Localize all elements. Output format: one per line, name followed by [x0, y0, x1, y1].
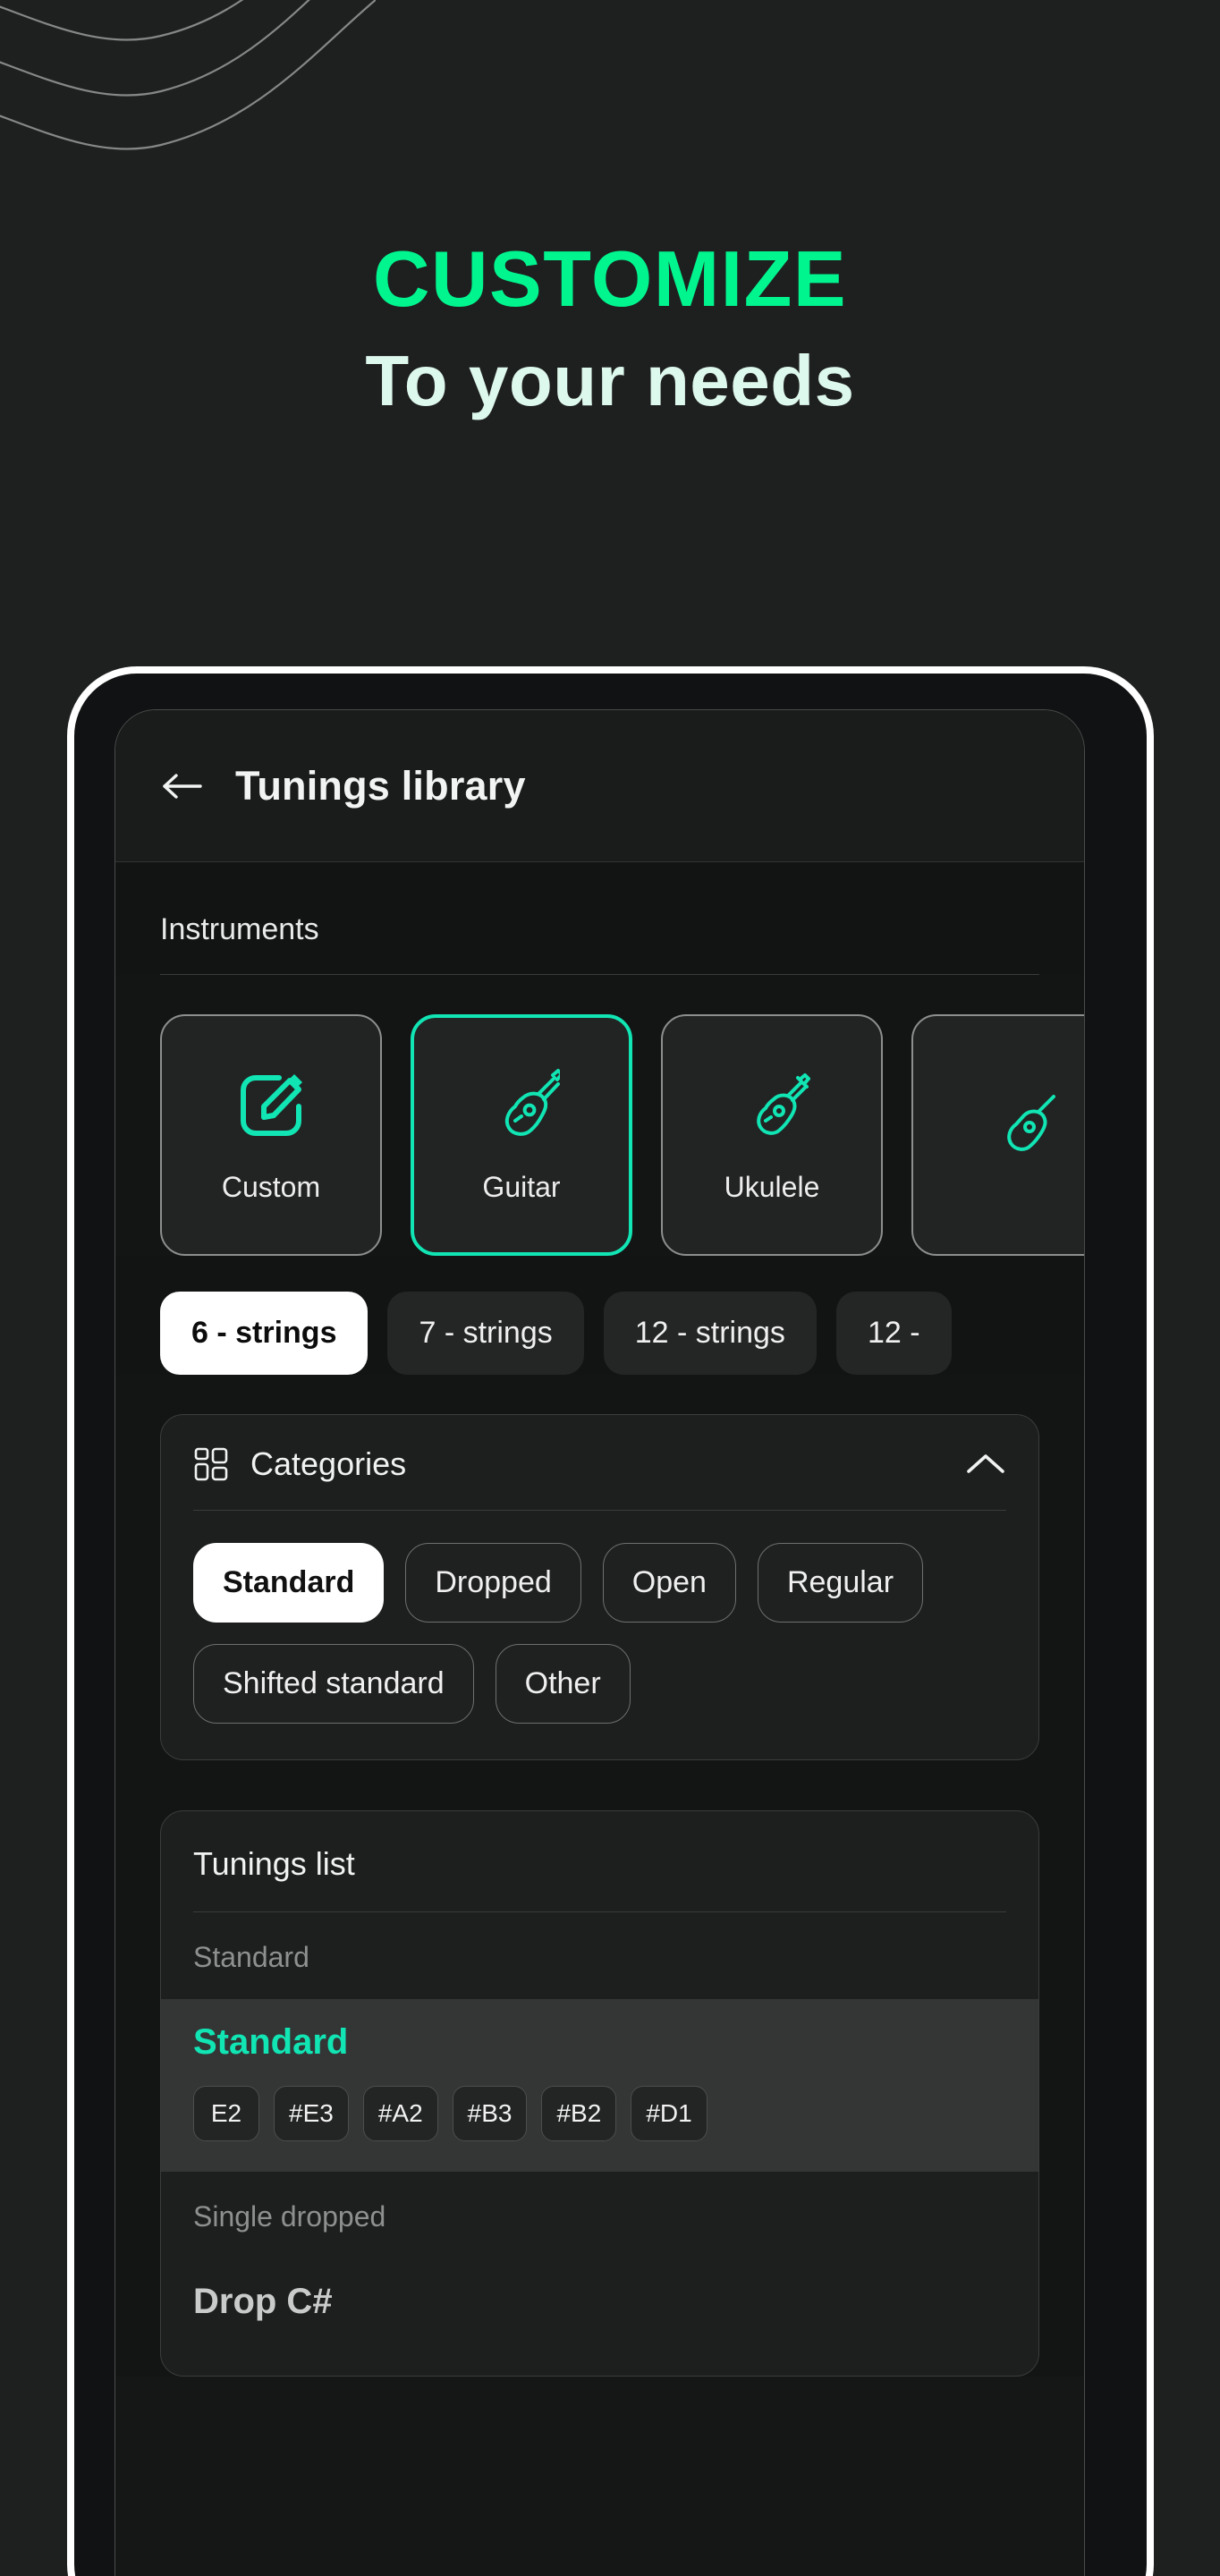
strings-chip-6[interactable]: 6 - strings [160, 1292, 369, 1375]
strings-filter-row[interactable]: 6 - strings 7 - strings 12 - strings 12 … [115, 1256, 1084, 1375]
page-title: Tunings library [235, 762, 526, 809]
instruments-section: Instruments [115, 862, 1084, 975]
strings-chip-12[interactable]: 12 - strings [603, 1292, 817, 1375]
instrument-icon [1007, 1095, 1055, 1151]
promo-screenshot: CUSTOMIZE To your needs Tunings library … [0, 0, 1220, 2576]
note-chip: #A2 [362, 2086, 438, 2141]
category-chip-open[interactable]: Open [602, 1543, 736, 1623]
instrument-card-guitar[interactable]: Guitar [411, 1014, 632, 1256]
instrument-card-label: Ukulele [724, 1170, 820, 1203]
instrument-card-custom[interactable]: Custom [160, 1014, 382, 1256]
promo-headline: CUSTOMIZE [372, 234, 848, 323]
tunings-group-label-single-dropped: Single dropped [193, 2200, 386, 2233]
scroll-body[interactable]: Instruments Custom Guitar Ukulele 6 - st… [115, 862, 1084, 2377]
phone-mockup: Tunings library Instruments Custom Guita… [67, 666, 1154, 2576]
edit-square-icon [241, 1073, 302, 1136]
tuning-name: Standard [193, 2022, 349, 2062]
note-chip: #E3 [274, 2086, 349, 2141]
instrument-card-label: Guitar [482, 1170, 561, 1203]
tuning-notes-row: E2 #E3 #A2 #B3 #B2 #D1 [193, 2086, 1006, 2141]
tunings-group-label-standard: Standard [193, 1941, 309, 1973]
tunings-list-title: Tunings list [193, 1845, 355, 1882]
chevron-up-icon[interactable] [965, 1452, 1006, 1477]
instrument-card-label: Custom [221, 1170, 321, 1203]
promo-subheadline: To your needs [365, 341, 855, 420]
categories-title: Categories [250, 1445, 407, 1482]
grid-dashboard-icon [194, 1447, 228, 1481]
tuning-row-standard[interactable]: Standard E2 #E3 #A2 #B3 #B2 #D1 [161, 1999, 1038, 2172]
instruments-label: Instruments [160, 912, 319, 946]
note-chip: #B3 [452, 2086, 528, 2141]
promo-headline-block: CUSTOMIZE To your needs [0, 240, 1220, 417]
note-chip: #D1 [631, 2086, 707, 2141]
categories-chip-list[interactable]: Standard Dropped Open Regular Shifted st… [161, 1511, 1038, 1759]
category-chip-shifted-standard[interactable]: Shifted standard [193, 1644, 474, 1724]
tuning-row-drop-c-sharp[interactable]: Drop C# [161, 2258, 1038, 2376]
note-chip: #B2 [541, 2086, 617, 2141]
ukulele-icon [757, 1072, 810, 1135]
note-chip: E2 [193, 2086, 259, 2141]
category-chip-standard[interactable]: Standard [193, 1543, 385, 1623]
categories-panel: Categories Standard Dropped Open Regular… [160, 1414, 1039, 1760]
decorative-wave-bottom-left [0, 2012, 54, 2513]
instrument-card-ukulele[interactable]: Ukulele [661, 1014, 883, 1256]
tuning-name: Drop C# [193, 2282, 333, 2321]
app-bar: Tunings library [115, 710, 1084, 862]
strings-chip-7[interactable]: 7 - strings [387, 1292, 584, 1375]
category-chip-other[interactable]: Other [495, 1644, 631, 1724]
arrow-left-icon[interactable] [162, 771, 203, 801]
category-chip-dropped[interactable]: Dropped [405, 1543, 581, 1623]
category-chip-regular[interactable]: Regular [757, 1543, 924, 1623]
strings-chip-12-alt[interactable]: 12 - [835, 1292, 952, 1375]
tunings-list-panel: Tunings list Standard Standard E2 #E3 #A… [160, 1810, 1039, 2377]
acoustic-guitar-icon [504, 1068, 560, 1136]
instrument-cards-row[interactable]: Custom Guitar Ukulele [115, 975, 1084, 1256]
phone-screen: Tunings library Instruments Custom Guita… [114, 709, 1085, 2576]
instrument-card-next[interactable] [911, 1014, 1084, 1256]
categories-header[interactable]: Categories [161, 1415, 1038, 1510]
